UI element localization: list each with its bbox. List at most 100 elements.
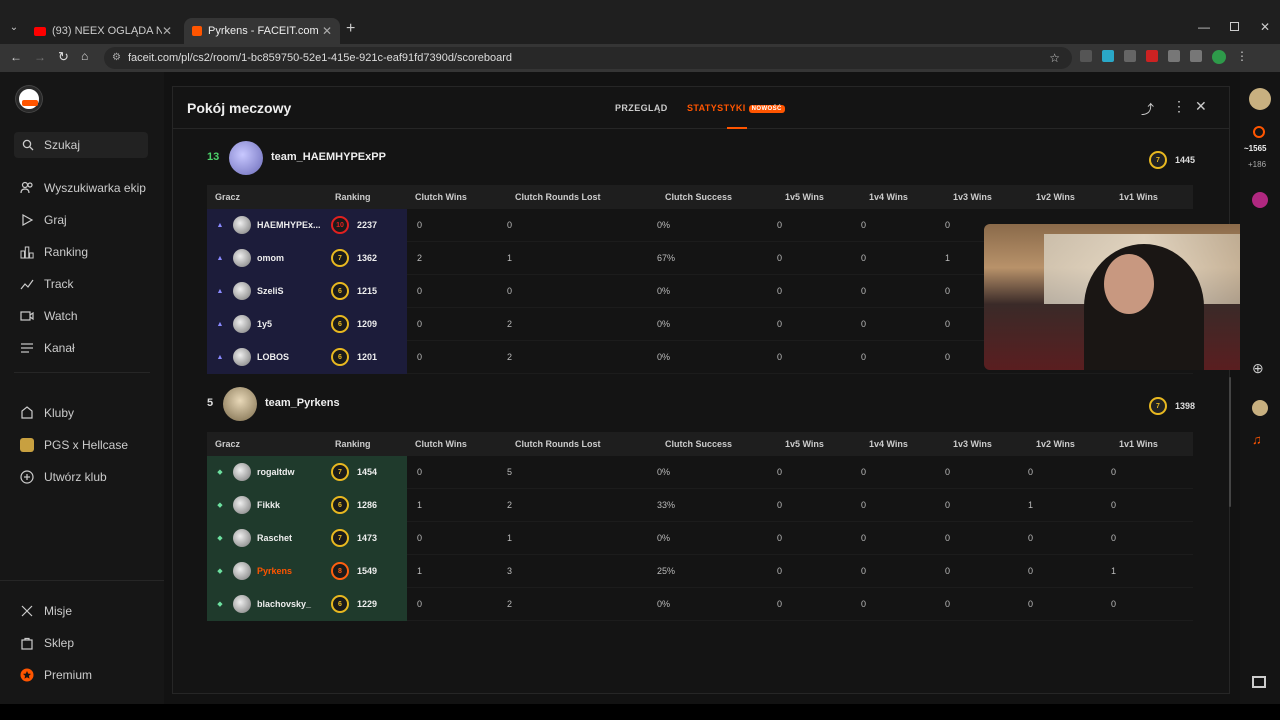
player-avatar[interactable] — [233, 562, 251, 580]
address-input[interactable]: ⚙ faceit.com/pl/cs2/room/1-bc859750-52e1… — [104, 47, 1072, 69]
close-icon[interactable]: ✕ — [1195, 98, 1207, 115]
team2-name[interactable]: team_Pyrkens — [265, 397, 340, 409]
player-name[interactable]: LOBOS — [257, 352, 331, 362]
sidebar-item-missions[interactable]: Misje — [20, 604, 72, 618]
player-cell[interactable]: ◆ rogaltdw 7 1454 — [207, 455, 407, 489]
player-avatar[interactable] — [233, 216, 251, 234]
player-avatar[interactable] — [233, 249, 251, 267]
column-header[interactable]: 1v2 Wins — [1036, 192, 1119, 202]
sidebar-item-play[interactable]: Graj — [20, 213, 67, 227]
forward-icon[interactable]: → — [34, 50, 46, 64]
faceit-logo[interactable] — [16, 86, 42, 112]
reload-icon[interactable]: ↻ — [58, 49, 69, 65]
player-cell[interactable]: ▲ HAEMHYPEx... 10 2237 — [207, 208, 407, 242]
close-tab-icon[interactable]: ✕ — [162, 24, 172, 38]
column-header[interactable]: 1v5 Wins — [785, 192, 869, 202]
table-row[interactable]: ◆ rogaltdw 7 1454 0 5 0% 0 0 0 0 0 — [207, 455, 1193, 489]
column-header[interactable]: Clutch Success — [665, 192, 785, 202]
sidebar-item-ranking[interactable]: Ranking — [20, 245, 88, 259]
user-avatar[interactable] — [1249, 88, 1271, 110]
column-header[interactable]: 1v4 Wins — [869, 192, 953, 202]
player-avatar[interactable] — [233, 496, 251, 514]
tab-statistics[interactable]: STATYSTYKI NOWOŚĆ — [687, 103, 785, 129]
column-header[interactable]: Clutch Wins — [415, 439, 515, 449]
column-header[interactable]: 1v3 Wins — [953, 439, 1036, 449]
close-tab-icon[interactable]: ✕ — [322, 24, 332, 38]
puzzle-icon[interactable] — [1168, 50, 1180, 62]
sidebar-item-watch[interactable]: Watch — [20, 309, 78, 323]
column-header[interactable]: Clutch Rounds Lost — [515, 439, 665, 449]
back-icon[interactable]: ← — [10, 50, 22, 64]
extension-icon[interactable] — [1146, 50, 1158, 62]
player-name[interactable]: omom — [257, 253, 331, 263]
player-cell[interactable]: ▲ 1y5 6 1209 — [207, 307, 407, 341]
column-header[interactable]: Gracz — [207, 192, 335, 202]
restore-icon[interactable] — [1230, 22, 1239, 31]
new-tab-button[interactable]: + — [346, 20, 355, 38]
add-friend-icon[interactable]: ⊕ — [1252, 360, 1264, 377]
player-name[interactable]: blachovsky_ — [257, 599, 331, 609]
player-cell[interactable]: ◆ Fikkk 6 1286 — [207, 488, 407, 522]
browser-tab-faceit[interactable]: Pyrkens - FACEIT.com ✕ — [184, 18, 340, 44]
browser-tab-youtube[interactable]: (93) NEEX OGLĄDA NAJLEPSZE ✕ — [26, 18, 180, 44]
player-cell[interactable]: ▲ SzeliS 6 1215 — [207, 274, 407, 308]
extension-icon[interactable] — [1124, 50, 1136, 62]
column-header[interactable]: 1v5 Wins — [785, 439, 869, 449]
sidebar-item-clubs[interactable]: Kluby — [20, 406, 74, 420]
player-avatar[interactable] — [233, 595, 251, 613]
player-avatar[interactable] — [233, 463, 251, 481]
player-name[interactable]: Raschet — [257, 533, 331, 543]
table-row[interactable]: ◆ Pyrkens 8 1549 1 3 25% 0 0 0 0 1 — [207, 554, 1193, 588]
player-name[interactable]: HAEMHYPEx... — [257, 220, 331, 230]
player-cell[interactable]: ▲ LOBOS 6 1201 — [207, 340, 407, 374]
team2-avatar[interactable] — [223, 387, 257, 421]
table-row[interactable]: ◆ blachovsky_ 6 1229 0 2 0% 0 0 0 0 0 — [207, 587, 1193, 621]
player-cell[interactable]: ◆ blachovsky_ 6 1229 — [207, 587, 407, 621]
player-avatar[interactable] — [233, 282, 251, 300]
search-input[interactable]: Szukaj — [14, 132, 148, 158]
bottom-right-icon[interactable] — [1252, 676, 1266, 688]
player-name[interactable]: 1y5 — [257, 319, 331, 329]
sidebar-item-club-pgs[interactable]: PGS x Hellcase — [20, 438, 128, 452]
column-header[interactable]: Ranking — [335, 192, 415, 202]
table-row[interactable]: ◆ Fikkk 6 1286 1 2 33% 0 0 0 1 0 — [207, 488, 1193, 522]
tab-list-dropdown[interactable]: ⌄ — [6, 22, 22, 38]
column-header[interactable]: Gracz — [207, 439, 335, 449]
sidebar-item-premium[interactable]: Premium — [20, 668, 92, 682]
scrollbar[interactable] — [1229, 377, 1231, 507]
sidebar-item-feed[interactable]: Kanał — [20, 341, 75, 355]
player-avatar[interactable] — [233, 315, 251, 333]
player-name[interactable]: rogaltdw — [257, 467, 331, 477]
site-info-icon[interactable]: ⚙ — [112, 47, 121, 69]
column-header[interactable]: Clutch Wins — [415, 192, 515, 202]
column-header[interactable]: 1v1 Wins — [1119, 192, 1193, 202]
bookmark-star-icon[interactable]: ☆ — [1049, 47, 1060, 69]
sidebar-item-create-club[interactable]: Utwórz klub — [20, 470, 107, 484]
profile-avatar[interactable] — [1212, 50, 1226, 64]
player-cell[interactable]: ▲ omom 7 1362 — [207, 241, 407, 275]
extension-icon[interactable] — [1102, 50, 1114, 62]
close-window-icon[interactable]: ✕ — [1260, 20, 1270, 34]
column-header[interactable]: Clutch Rounds Lost — [515, 192, 665, 202]
player-avatar[interactable] — [233, 348, 251, 366]
media-icon[interactable] — [1190, 50, 1202, 62]
friend-avatar[interactable] — [1252, 400, 1268, 416]
column-header[interactable]: 1v2 Wins — [1036, 439, 1119, 449]
column-header[interactable]: Clutch Success — [665, 439, 785, 449]
column-header[interactable]: 1v1 Wins — [1119, 439, 1193, 449]
share-icon[interactable]: ⤴ — [1141, 99, 1154, 118]
friend-avatar[interactable] — [1252, 192, 1268, 208]
column-header[interactable]: 1v3 Wins — [953, 192, 1036, 202]
player-cell[interactable]: ◆ Pyrkens 8 1549 — [207, 554, 407, 588]
headset-icon[interactable]: ♫ — [1252, 432, 1262, 447]
sidebar-item-shop[interactable]: Sklep — [20, 636, 74, 650]
player-cell[interactable]: ◆ Raschet 7 1473 — [207, 521, 407, 555]
player-avatar[interactable] — [233, 529, 251, 547]
extension-icon[interactable] — [1080, 50, 1092, 62]
player-name[interactable]: Fikkk — [257, 500, 331, 510]
menu-kebab-icon[interactable]: ⋮ — [1236, 50, 1248, 66]
column-header[interactable]: Ranking — [335, 439, 415, 449]
player-name[interactable]: SzeliS — [257, 286, 331, 296]
team1-name[interactable]: team_HAEMHYPExPP — [271, 151, 386, 163]
tab-overview[interactable]: PRZEGLĄD — [615, 103, 668, 113]
